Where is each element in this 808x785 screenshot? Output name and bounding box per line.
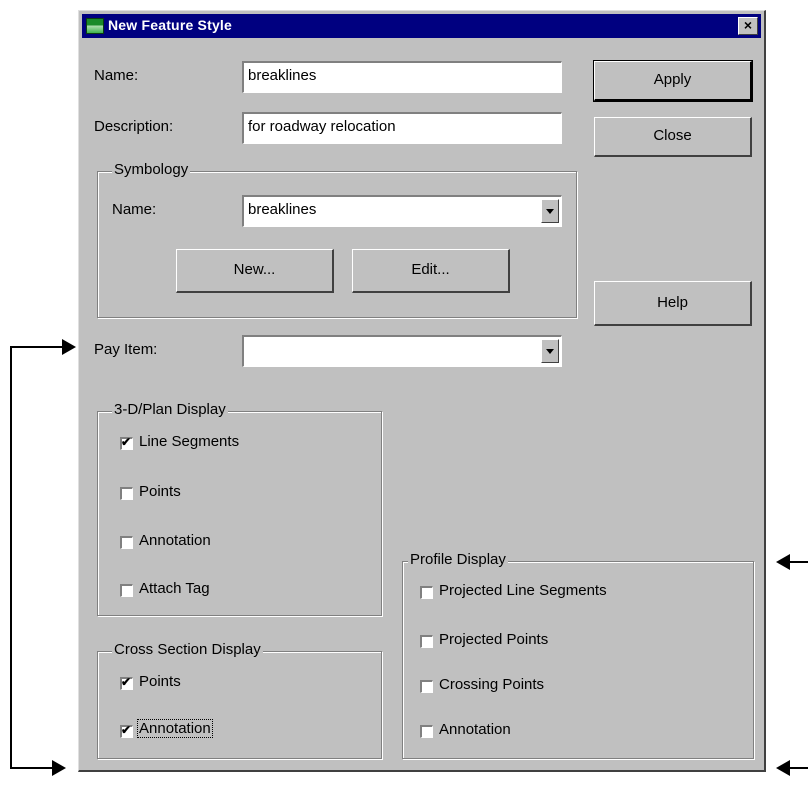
left-bracket-bottom — [10, 767, 54, 769]
plan-points-checkbox[interactable] — [120, 487, 133, 500]
new-feature-style-dialog: New Feature Style × Name: breaklines Des… — [78, 10, 766, 772]
edit-button-label: Edit... — [411, 261, 450, 278]
new-symbology-button[interactable]: New... — [176, 249, 334, 293]
projected-points-checkbox[interactable] — [420, 635, 433, 648]
checkmark-icon: ✔ — [121, 675, 132, 689]
description-label: Description: — [94, 118, 174, 135]
attach-tag-label: Attach Tag — [139, 580, 210, 597]
new-button-label: New... — [233, 261, 276, 278]
left-bracket-top — [10, 346, 68, 348]
attach-tag-checkbox[interactable] — [120, 584, 133, 597]
symbology-group-title: Symbology — [112, 161, 191, 178]
plan-annotation-label: Annotation — [139, 532, 211, 549]
plan-display-group-title: 3-D/Plan Display — [112, 401, 228, 418]
apply-button[interactable]: Apply — [593, 60, 753, 102]
cross-points-checkbox[interactable]: ✔ — [120, 675, 133, 690]
help-button[interactable]: Help — [594, 281, 752, 326]
plan-annotation-checkbox[interactable] — [120, 536, 133, 549]
symbology-group — [97, 171, 577, 318]
line-segments-label: Line Segments — [139, 433, 240, 450]
plan-points-label: Points — [139, 483, 181, 500]
map-terrain-icon — [86, 18, 104, 34]
profile-display-group-title: Profile Display — [408, 551, 508, 568]
close-button[interactable]: Close — [594, 117, 752, 157]
edit-symbology-button[interactable]: Edit... — [352, 249, 510, 293]
checkmark-icon: ✔ — [121, 723, 132, 737]
cross-section-group-title: Cross Section Display — [112, 641, 263, 658]
crossing-points-checkbox[interactable] — [420, 680, 433, 693]
profile-annotation-checkbox[interactable] — [420, 725, 433, 738]
cross-points-label: Points — [139, 673, 181, 690]
name-field[interactable]: breaklines — [242, 61, 562, 93]
cross-section-group — [97, 651, 382, 759]
cross-annotation-label: Annotation — [137, 719, 213, 738]
dialog-title: New Feature Style — [108, 17, 232, 33]
cross-annotation-checkbox[interactable]: ✔ — [120, 723, 133, 738]
crossing-points-label: Crossing Points — [439, 676, 545, 693]
projected-line-segments-label: Projected Line Segments — [439, 582, 607, 599]
projected-line-segments-checkbox[interactable] — [420, 586, 433, 599]
projected-points-label: Projected Points — [439, 631, 549, 648]
dropdown-arrow-icon[interactable] — [541, 339, 559, 363]
close-icon[interactable]: × — [738, 17, 758, 35]
close-button-label: Close — [653, 127, 692, 144]
right-arrow-profile-line — [788, 561, 808, 563]
left-bracket-top-arrowhead — [62, 339, 76, 355]
description-field[interactable]: for roadway relocation — [242, 112, 562, 144]
dropdown-arrow-icon[interactable] — [541, 199, 559, 223]
pay-item-label: Pay Item: — [94, 341, 158, 358]
left-bracket-bottom-arrowhead — [52, 760, 66, 776]
profile-annotation-label: Annotation — [439, 721, 511, 738]
symbology-name-value: breaklines — [248, 201, 317, 218]
name-label: Name: — [94, 67, 139, 84]
title-bar[interactable]: New Feature Style × — [82, 14, 761, 38]
line-segments-checkbox[interactable]: ✔ — [120, 435, 133, 450]
help-button-label: Help — [657, 294, 688, 311]
apply-button-label: Apply — [653, 71, 692, 88]
right-arrow-bottom-line — [788, 767, 808, 769]
symbology-name-label: Name: — [112, 201, 157, 218]
left-bracket-vertical — [10, 346, 12, 768]
checkmark-icon: ✔ — [121, 435, 132, 449]
pay-item-select[interactable] — [242, 335, 562, 367]
symbology-name-select[interactable]: breaklines — [242, 195, 562, 227]
